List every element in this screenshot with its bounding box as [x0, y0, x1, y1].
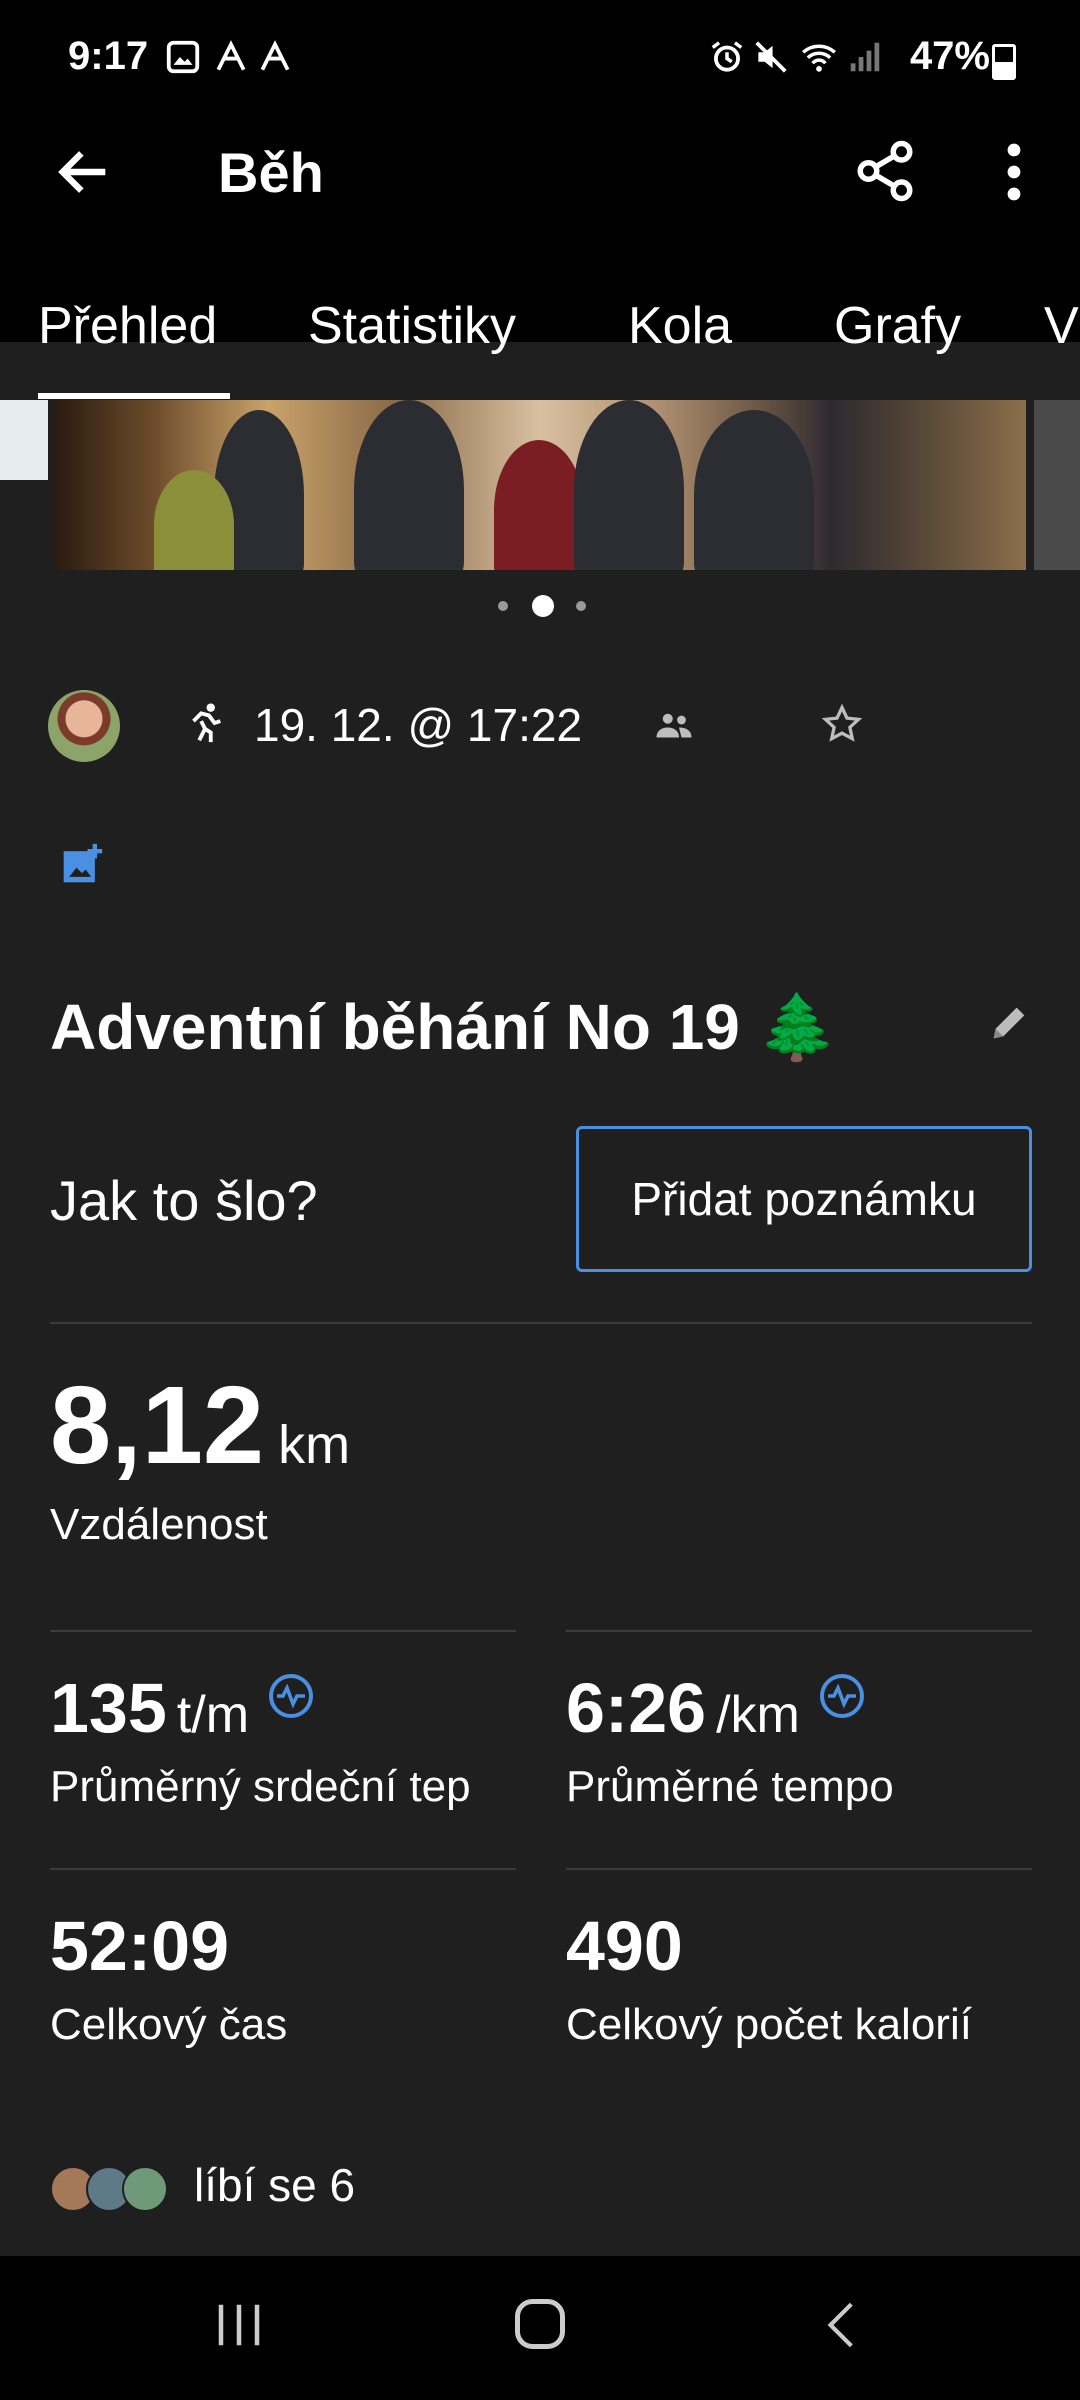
tab-more[interactable]: V	[1044, 296, 1079, 356]
distance-value: 8,12	[50, 1364, 265, 1487]
active-tab-indicator	[38, 393, 230, 399]
divider	[566, 1630, 1032, 1632]
activity-photo[interactable]	[54, 400, 1026, 570]
tab-grafy[interactable]: Grafy	[834, 296, 961, 356]
likes-count[interactable]: líbí se 6	[194, 2158, 355, 2212]
distance-unit: km	[278, 1415, 351, 1475]
back-arrow-icon[interactable]	[52, 140, 116, 204]
total-time-label: Celkový čas	[50, 2000, 288, 2049]
how-did-it-go-label: Jak to šlo?	[50, 1169, 318, 1232]
photo-carousel[interactable]	[0, 400, 1080, 570]
tab-prehled[interactable]: Přehled	[38, 296, 217, 356]
activity-name: Adventní běhání No 19 🌲	[50, 991, 838, 1063]
divider	[50, 1322, 1032, 1324]
total-time-value: 52:09	[50, 1907, 230, 1985]
running-icon	[192, 703, 221, 743]
pace-graph-icon[interactable]	[818, 1672, 866, 1720]
add-photo-icon[interactable]	[60, 842, 104, 886]
calories-value: 490	[566, 1907, 683, 1985]
liker-avatar[interactable]	[122, 2166, 168, 2212]
gallery-icon	[166, 40, 200, 74]
heart-rate-icon[interactable]	[267, 1672, 315, 1720]
avg-pace-unit: /km	[716, 1686, 800, 1744]
people-icon[interactable]	[654, 710, 694, 740]
alarm-icon	[711, 41, 743, 72]
avg-hr-unit: t/m	[176, 1686, 250, 1744]
add-note-button[interactable]: Přidat poznámku	[576, 1126, 1032, 1272]
tab-kola[interactable]: Kola	[628, 296, 732, 356]
distance-label: Vzdálenost	[50, 1500, 268, 1549]
distance-stat: 8,12 km	[50, 1362, 350, 1489]
mute-icon	[755, 41, 787, 73]
tab-statistiky[interactable]: Statistiky	[308, 296, 516, 356]
activity-date: 19. 12. @ 17:22	[254, 699, 583, 751]
avg-hr-stat: 135 t/m	[50, 1668, 315, 1748]
photo-next-thumb[interactable]	[1034, 400, 1080, 570]
avatar[interactable]	[48, 690, 120, 762]
back-nav-icon[interactable]	[818, 2296, 868, 2354]
battery-percent: 47%	[909, 34, 990, 78]
activity-app-icon-2	[260, 40, 290, 71]
wifi-icon	[802, 44, 836, 72]
status-time: 9:17	[68, 34, 149, 78]
calories-label: Celkový počet kalorií	[566, 2000, 972, 2049]
page-title: Běh	[218, 141, 324, 204]
home-icon[interactable]	[510, 2294, 570, 2354]
avg-hr-value: 135	[50, 1669, 167, 1747]
activity-app-icon	[216, 40, 246, 71]
star-icon[interactable]	[820, 702, 864, 746]
avg-pace-label: Průměrné tempo	[566, 1762, 894, 1811]
divider	[566, 1868, 1032, 1870]
avg-pace-value: 6:26	[566, 1669, 707, 1747]
battery-icon	[992, 44, 1016, 80]
edit-pencil-icon[interactable]	[986, 1000, 1032, 1046]
photo-map-thumb[interactable]	[0, 400, 48, 480]
more-options-icon[interactable]	[992, 140, 1036, 204]
avg-pace-stat: 6:26/km	[566, 1668, 866, 1748]
divider	[50, 1630, 516, 1632]
signal-icon	[850, 42, 880, 72]
avg-hr-label: Průměrný srdeční tep	[50, 1762, 471, 1811]
recent-apps-icon[interactable]	[212, 2296, 266, 2354]
share-icon[interactable]	[852, 138, 918, 204]
carousel-dots	[490, 594, 590, 618]
divider	[50, 1868, 516, 1870]
